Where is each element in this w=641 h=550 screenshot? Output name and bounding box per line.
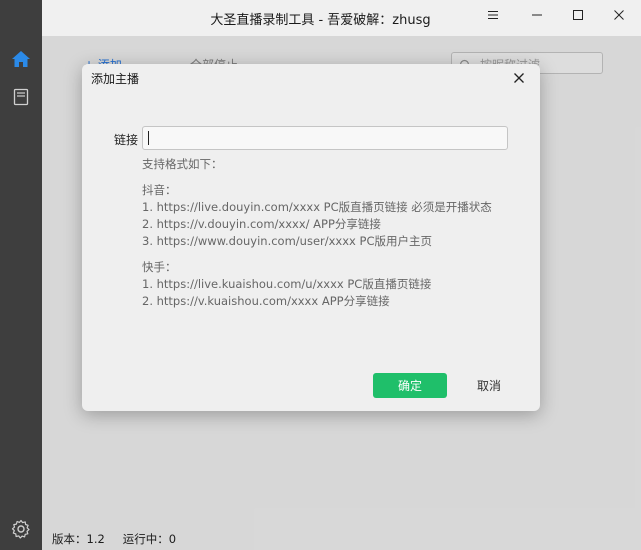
maximize-icon — [573, 10, 583, 20]
sidebar — [0, 0, 42, 550]
hamburger-icon — [488, 11, 498, 19]
home-icon — [12, 51, 30, 67]
help-line: 2. https://v.douyin.com/xxxx/ APP分享链接 — [142, 217, 381, 231]
help-line: 2. https://v.kuaishou.com/xxxx APP分享链接 — [142, 294, 390, 308]
minimize-icon — [532, 14, 542, 16]
close-icon — [514, 73, 524, 83]
cancel-button[interactable]: 取消 — [472, 373, 506, 398]
help-line: 3. https://www.douyin.com/user/xxxx PC版用… — [142, 234, 432, 248]
help-text: 支持格式如下： 抖音： 1. https://live.douyin.com/x… — [142, 156, 492, 310]
help-line: 1. https://live.douyin.com/xxxx PC版直播页链接… — [142, 200, 492, 214]
document-icon — [13, 88, 29, 106]
sidebar-item-home[interactable] — [10, 48, 32, 70]
title-bar: 大圣直播录制工具 - 吾爱破解：zhusg — [0, 0, 641, 36]
add-streamer-dialog: 添加主播 链接 支持格式如下： 抖音： 1. https://live.douy… — [82, 64, 540, 411]
dialog-title: 添加主播 — [91, 72, 140, 86]
close-icon — [614, 10, 624, 20]
minimize-button[interactable] — [515, 0, 559, 30]
close-window-button[interactable] — [597, 0, 641, 30]
help-line: 1. https://live.kuaishou.com/u/xxxx PC版直… — [142, 277, 432, 291]
help-line: 快手： — [142, 260, 177, 274]
menu-button[interactable] — [471, 0, 515, 30]
sidebar-item-document[interactable] — [10, 86, 32, 108]
app-window: 大圣直播录制工具 - 吾爱破解：zhusg 版本：1.2 运行中：0 添加主播 … — [0, 0, 641, 550]
link-input[interactable] — [142, 126, 508, 150]
maximize-button[interactable] — [556, 0, 600, 30]
confirm-button[interactable]: 确定 — [373, 373, 447, 398]
text-caret — [148, 131, 149, 145]
dialog-close-button[interactable] — [511, 70, 527, 86]
link-label: 链接 — [114, 133, 139, 147]
help-line: 抖音： — [142, 183, 177, 197]
gear-icon — [11, 519, 30, 539]
help-line: 支持格式如下： — [142, 157, 223, 171]
settings-button[interactable] — [10, 518, 32, 540]
